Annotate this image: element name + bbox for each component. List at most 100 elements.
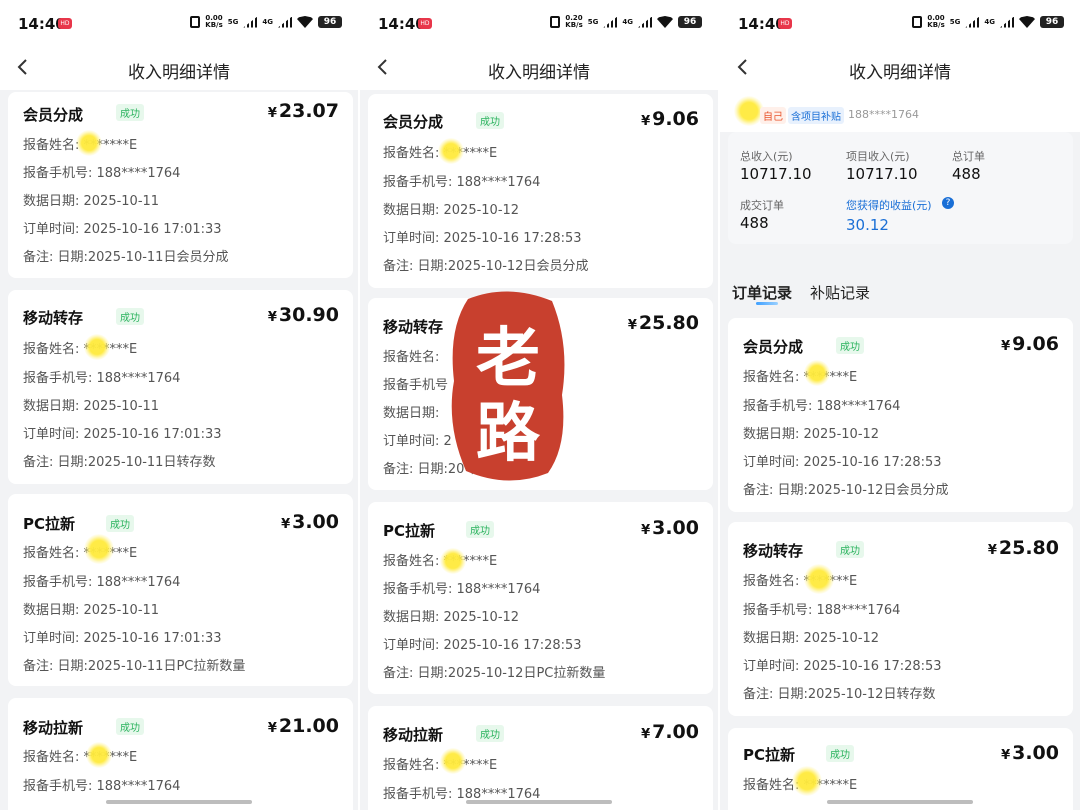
home-indicator[interactable] [106, 800, 252, 804]
page-title: 收入明细详情 [128, 63, 230, 83]
reporter-name: 报备姓名: *******E [23, 342, 138, 357]
network-5g: 5G [587, 17, 599, 26]
card-amount: ¥9.06 [1001, 333, 1059, 355]
remark: 备注: 日期:2025-10-12日转存数 [743, 687, 936, 702]
status-badge: 成功 [826, 745, 854, 762]
income-card[interactable]: 会员分成 成功 ¥9.06 报备姓名: *******E 报备手机号: 188*… [368, 94, 713, 288]
signal-icon [243, 16, 258, 28]
card-title: PC拉新 [383, 522, 436, 540]
income-card[interactable]: PC拉新 成功 ¥3.00 报备姓名: *******E [728, 728, 1073, 810]
stamp-text-2: 路 [476, 396, 541, 471]
wifi-icon [657, 16, 673, 28]
order-time: 订单时间: 2025-10-16 17:01:33 [23, 222, 222, 237]
status-badge: 成功 [116, 718, 144, 735]
status-bar: 14:40 HD 0.00 KB/s 5G 4G 96 [720, 0, 1080, 48]
card-title: 移动转存 [743, 542, 804, 560]
tag-subsidy: 含项目补贴 [788, 107, 844, 124]
reporter-name: 报备姓名: *******E [23, 750, 138, 765]
battery-icon: 96 [1040, 16, 1064, 28]
status-badge: 成功 [476, 112, 504, 129]
vibrate-icon [912, 16, 923, 28]
card-amount: ¥25.80 [627, 312, 699, 334]
income-card[interactable]: 移动拉新 成功 ¥21.00 报备姓名: *******E 报备手机号: 188… [8, 698, 353, 810]
redaction-mark [86, 742, 112, 768]
network-4g: 4G [262, 17, 273, 26]
reporter-phone: 报备手机号: 188****1764 [743, 603, 901, 618]
income-card[interactable]: PC拉新 成功 ¥3.00 报备姓名: *******E 报备手机号: 188*… [8, 494, 353, 686]
tab-indicator [756, 302, 778, 305]
nav-bar: 收入明细详情 [720, 48, 1080, 90]
card-title: 移动拉新 [23, 719, 84, 737]
home-indicator[interactable] [827, 800, 973, 804]
card-amount: ¥9.06 [641, 108, 699, 130]
income-card[interactable]: 会员分成 成功 ¥9.06 报备姓名: *******E 报备手机号: 188*… [728, 318, 1073, 512]
reporter-phone: 报备手机号: 188****1764 [743, 399, 901, 414]
order-time: 订单时间: 2025-10-16 17:28:53 [383, 231, 582, 246]
income-card[interactable]: 移动转存 成功 ¥30.90 报备姓名: *******E 报备手机号: 188… [8, 290, 353, 484]
home-indicator[interactable] [466, 800, 612, 804]
total-orders-value: 488 [952, 165, 981, 183]
vibrate-icon [190, 16, 201, 28]
tab-order-records[interactable]: 订单记录 [732, 282, 792, 303]
data-date: 数据日期: 2025-10-12 [383, 610, 520, 625]
redaction-mark [84, 334, 110, 360]
redaction-mark [76, 130, 102, 156]
redaction-mark [804, 360, 830, 386]
card-amount: ¥30.90 [267, 304, 339, 326]
nav-bar: 收入明细详情 [360, 48, 718, 90]
signal-icon [1000, 16, 1014, 28]
signal-icon [603, 16, 618, 28]
hd-icon: HD [418, 18, 432, 29]
card-title: 移动转存 [383, 318, 444, 336]
reporter-phone: 报备手机号: 188****1764 [23, 779, 181, 794]
data-date: 数据日期: 2025-10-11 [23, 194, 160, 209]
project-income-label: 项目收入(元) [846, 150, 910, 163]
reporter-phone: 报备手机号: 188****1764 [23, 575, 181, 590]
redaction-mark [440, 748, 466, 774]
redaction-mark [84, 534, 114, 564]
income-card[interactable]: 移动转存 成功 ¥25.80 报备姓名: *******E 报备手机号: 188… [728, 522, 1073, 716]
wifi-icon [1019, 16, 1035, 28]
status-badge: 成功 [106, 515, 134, 532]
income-card[interactable]: PC拉新 成功 ¥3.00 报备姓名: *******E 报备手机号: 188*… [368, 502, 713, 694]
signal-icon [278, 16, 292, 28]
reporter-phone: 报备手机号: 188****1764 [383, 175, 541, 190]
data-date: 数据日期: 2025-10-12 [743, 631, 880, 646]
card-title: 移动转存 [23, 309, 84, 327]
deal-orders-value: 488 [740, 214, 769, 232]
card-title: 会员分成 [383, 113, 444, 131]
net-speed: 0.00 KB/s [927, 14, 945, 29]
income-card[interactable]: 移动拉新 成功 ¥7.00 报备姓名: *******E 报备手机号: 188*… [368, 706, 713, 810]
reporter-phone: 报备手机号: 188****1764 [23, 371, 181, 386]
help-icon[interactable]: ? [942, 197, 954, 209]
reporter-phone: 报备手机号: 188****1764 [23, 166, 181, 181]
order-time: 订单时间: 2025-10-16 17:28:53 [743, 455, 942, 470]
reporter-name: 报备姓名: *******E [23, 546, 138, 561]
vibrate-icon [550, 16, 561, 28]
redaction-mark [438, 138, 464, 164]
tab-subsidy-records[interactable]: 补贴记录 [810, 282, 870, 303]
network-5g: 5G [949, 17, 961, 26]
income-card[interactable]: 会员分成 成功 ¥23.07 报备姓名: *******E 报备手机号: 188… [8, 92, 353, 278]
card-amount: ¥21.00 [267, 715, 339, 737]
reporter-phone: 报备手机号: 188****1764 [383, 582, 541, 597]
status-badge: 成功 [116, 104, 144, 121]
reporter-name: 报备姓名: *******E [743, 574, 858, 589]
remark: 备注: 日期:2025-10-11日会员分成 [23, 250, 229, 265]
card-amount: ¥3.00 [641, 517, 699, 539]
net-speed: 0.00 KB/s [205, 14, 223, 29]
status-badge: 成功 [476, 725, 504, 742]
net-speed: 0.20 KB/s [565, 14, 583, 29]
battery-icon: 96 [678, 16, 702, 28]
reporter-name: 报备姓名: *******E [743, 370, 858, 385]
screen-3: 14:40 HD 0.00 KB/s 5G 4G 96 收入明细详情 自己 含项… [720, 0, 1080, 810]
remark: 备注: 日期:2025-10-12日会员分成 [743, 483, 949, 498]
card-amount: ¥25.80 [987, 537, 1059, 559]
hd-icon: HD [778, 18, 792, 29]
order-time: 订单时间: 2 [383, 434, 452, 449]
status-badge: 成功 [466, 521, 494, 538]
status-badge: 成功 [836, 541, 864, 558]
signal-icon [965, 16, 980, 28]
network-4g: 4G [984, 17, 995, 26]
order-time: 订单时间: 2025-10-16 17:01:33 [23, 427, 222, 442]
